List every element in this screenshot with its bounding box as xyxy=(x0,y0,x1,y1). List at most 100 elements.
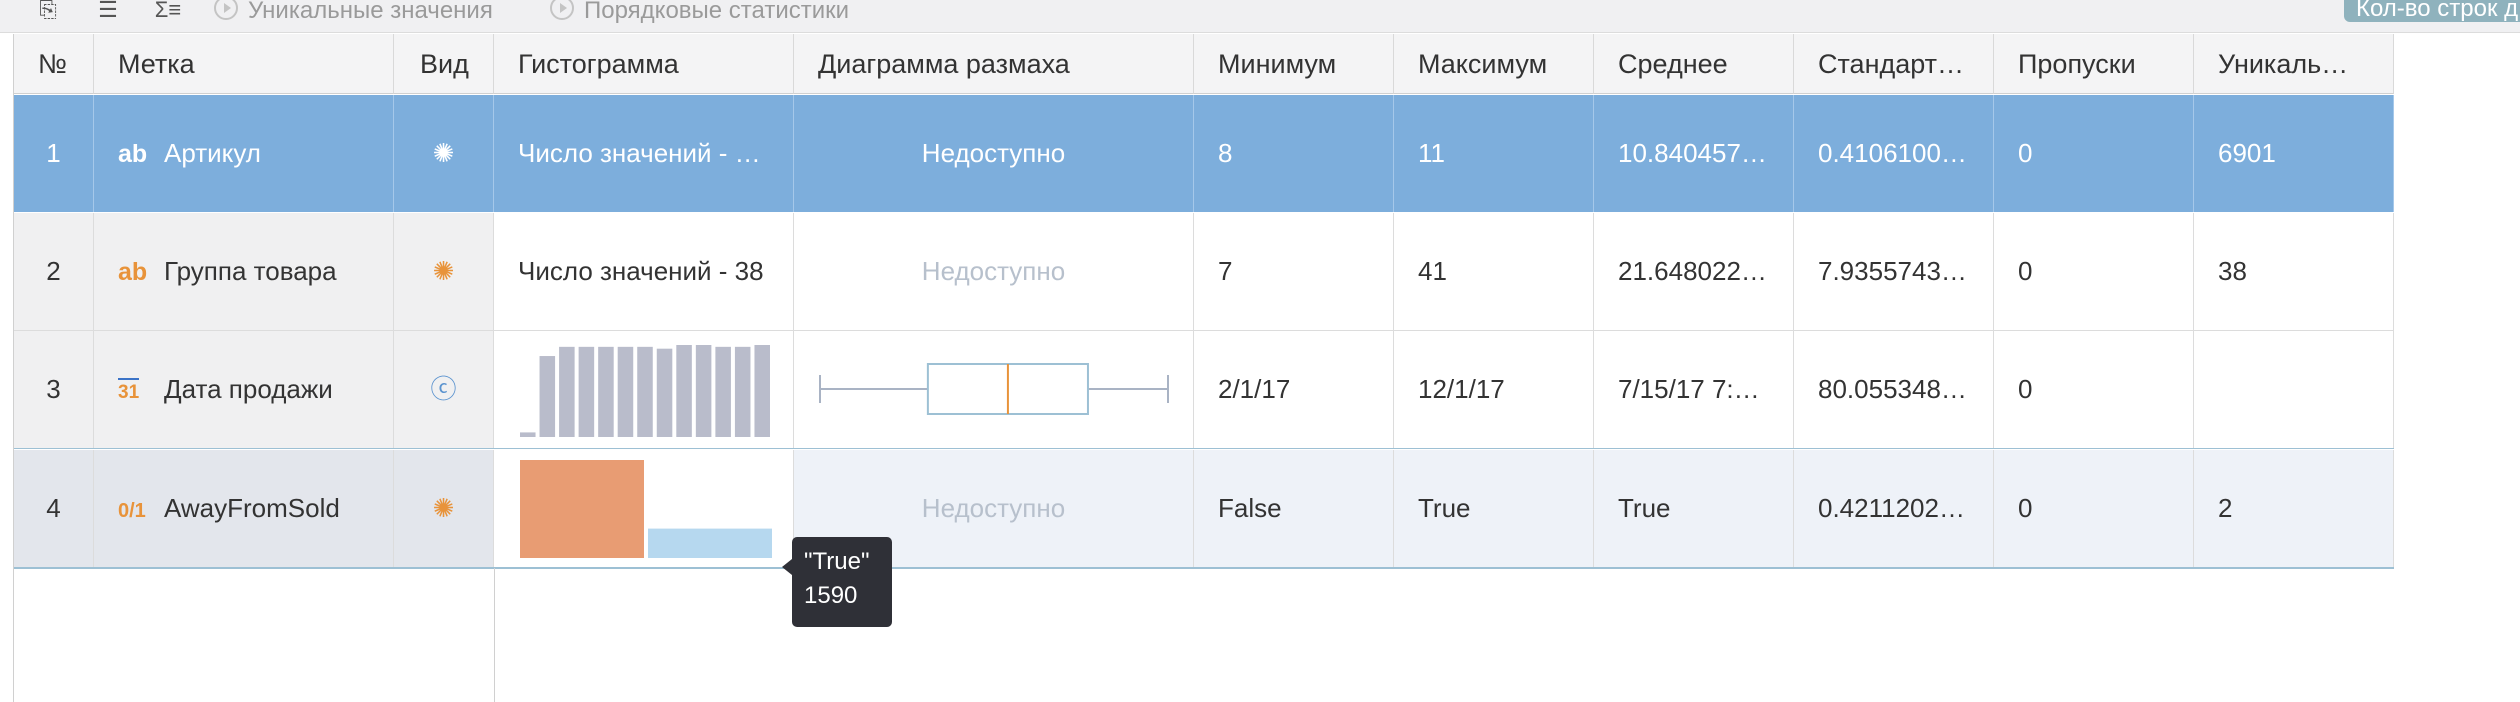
boolean-type-icon: 0/1 xyxy=(118,500,146,522)
histogram-cell xyxy=(494,450,794,567)
col-header-histogram[interactable]: Гистограмма xyxy=(494,34,794,94)
view-cell[interactable]: ✺ xyxy=(394,213,494,330)
missing-cell: 0 xyxy=(1994,213,2194,330)
tooltip-count: 1590 xyxy=(804,582,858,609)
histogram-bar xyxy=(520,432,536,437)
histogram-tooltip: "True" 1590 xyxy=(782,537,892,627)
max-cell: 12/1/17 xyxy=(1394,331,1594,448)
col-header-std[interactable]: Стандарт… xyxy=(1794,34,1994,94)
histogram-bar xyxy=(578,346,595,437)
histogram-bar xyxy=(754,345,770,437)
histogram-bar xyxy=(637,346,653,437)
field-label: Дата продажи xyxy=(164,374,333,404)
calendar-type-icon: 31 xyxy=(118,334,152,448)
sum-icon[interactable]: Σ≡ xyxy=(154,0,182,22)
row-number: 1 xyxy=(14,95,94,212)
dots-icon: ✺ xyxy=(432,493,455,523)
histogram-bar xyxy=(617,346,634,437)
list-icon[interactable]: ☰ xyxy=(94,0,122,22)
toolbar: ⎘ ☰ Σ≡ Уникальные значения Порядковые ст… xyxy=(0,0,2520,33)
boxplot-chart xyxy=(819,363,1169,415)
table-row[interactable]: 4 0/1 AwayFromSold ✺ Недоступно False Tru… xyxy=(14,450,2394,569)
min-cell: 8 xyxy=(1194,95,1394,212)
table-row[interactable]: 2 ab Группа товара ✺ Число значений - 38 … xyxy=(14,213,2394,331)
field-label-cell[interactable]: ab Группа товара xyxy=(94,213,394,330)
unique-cell: 2 xyxy=(2194,450,2394,567)
min-cell: False xyxy=(1194,450,1394,567)
field-label: Артикул xyxy=(164,138,261,168)
std-cell: 7.9355743… xyxy=(1794,213,1994,330)
col-header-max[interactable]: Максимум xyxy=(1394,34,1594,94)
histogram-bar xyxy=(656,348,673,437)
text-type-icon: ab xyxy=(118,140,148,168)
table-row[interactable]: 3 31 Дата продажи ⓒ 2/1/17 12/1/17 7/15/1… xyxy=(14,331,2394,449)
histogram-bar xyxy=(695,345,712,437)
histogram-cell xyxy=(494,331,794,448)
rows-count-badge[interactable]: Кол-во строк д xyxy=(2344,0,2520,22)
ordinal-stats-button[interactable]: Порядковые статистики xyxy=(550,0,850,24)
unique-cell xyxy=(2194,331,2394,448)
col-header-boxplot[interactable]: Диаграмма размаха xyxy=(794,34,1194,94)
view-cell[interactable]: ✺ xyxy=(394,450,494,567)
mean-cell: 21.648022… xyxy=(1594,213,1794,330)
max-cell: True xyxy=(1394,450,1594,567)
col-header-missing[interactable]: Пропуски xyxy=(1994,34,2194,94)
c-icon: ⓒ xyxy=(430,374,457,404)
unique-cell: 38 xyxy=(2194,213,2394,330)
row-number: 4 xyxy=(14,450,94,567)
field-label: AwayFromSold xyxy=(164,493,340,523)
boxplot-cell: Недоступно xyxy=(794,95,1194,212)
col-header-label[interactable]: Метка xyxy=(94,34,394,94)
col-header-mean[interactable]: Среднее xyxy=(1594,34,1794,94)
tooltip-category: "True" xyxy=(804,548,870,575)
dots-icon: ✺ xyxy=(432,256,455,286)
std-cell: 80.055348… xyxy=(1794,331,1994,448)
max-cell: 41 xyxy=(1394,213,1594,330)
max-cell: 11 xyxy=(1394,95,1594,212)
unique-values-label: Уникальные значения xyxy=(248,0,493,24)
view-cell[interactable]: ✺ xyxy=(394,95,494,212)
histogram-bar xyxy=(676,345,692,437)
col-header-min[interactable]: Минимум xyxy=(1194,34,1394,94)
histogram-bar xyxy=(715,346,731,437)
histogram-cell: Число значений - … xyxy=(494,95,794,212)
histogram-cell: Число значений - 38 xyxy=(494,213,794,330)
field-label-cell[interactable]: 0/1 AwayFromSold xyxy=(94,450,394,567)
panel-divider xyxy=(494,568,495,702)
min-cell: 2/1/17 xyxy=(1194,331,1394,448)
boxplot-cell: Недоступно xyxy=(794,213,1194,330)
field-label: Группа товара xyxy=(164,256,337,286)
missing-cell: 0 xyxy=(1994,95,2194,212)
histogram-chart xyxy=(520,345,770,437)
histogram-chart xyxy=(520,460,772,558)
mean-cell: 7/15/17 7:… xyxy=(1594,331,1794,448)
field-label-cell[interactable]: 31 Дата продажи xyxy=(94,331,394,448)
table-row[interactable]: 1 ab Артикул ✺ Число значений - … Недосту… xyxy=(14,95,2394,212)
histogram-bar xyxy=(520,460,644,558)
std-cell: 0.4106100… xyxy=(1794,95,1994,212)
col-header-num[interactable]: № xyxy=(14,34,94,94)
mean-cell: True xyxy=(1594,450,1794,567)
histogram-bar xyxy=(539,356,556,437)
row-number: 2 xyxy=(14,213,94,330)
row-number: 3 xyxy=(14,331,94,448)
text-type-icon: ab xyxy=(118,258,148,286)
boxplot-cell xyxy=(794,331,1194,448)
histogram-bar xyxy=(598,346,614,437)
histogram-bar xyxy=(648,528,772,558)
ordinal-stats-label: Порядковые статистики xyxy=(584,0,850,24)
play-icon xyxy=(214,0,238,20)
play-icon xyxy=(550,0,574,20)
unique-cell: 6901 xyxy=(2194,95,2394,212)
mean-cell: 10.840457… xyxy=(1594,95,1794,212)
field-label-cell[interactable]: ab Артикул xyxy=(94,95,394,212)
min-cell: 7 xyxy=(1194,213,1394,330)
unique-values-button[interactable]: Уникальные значения xyxy=(214,0,493,24)
view-cell[interactable]: ⓒ xyxy=(394,331,494,448)
std-cell: 0.4211202… xyxy=(1794,450,1994,567)
dots-icon: ✺ xyxy=(432,138,455,168)
col-header-view[interactable]: Вид xyxy=(394,34,494,94)
histogram-bar xyxy=(559,346,575,437)
export-icon[interactable]: ⎘ xyxy=(34,0,62,22)
col-header-unique[interactable]: Уникаль… xyxy=(2194,34,2394,94)
